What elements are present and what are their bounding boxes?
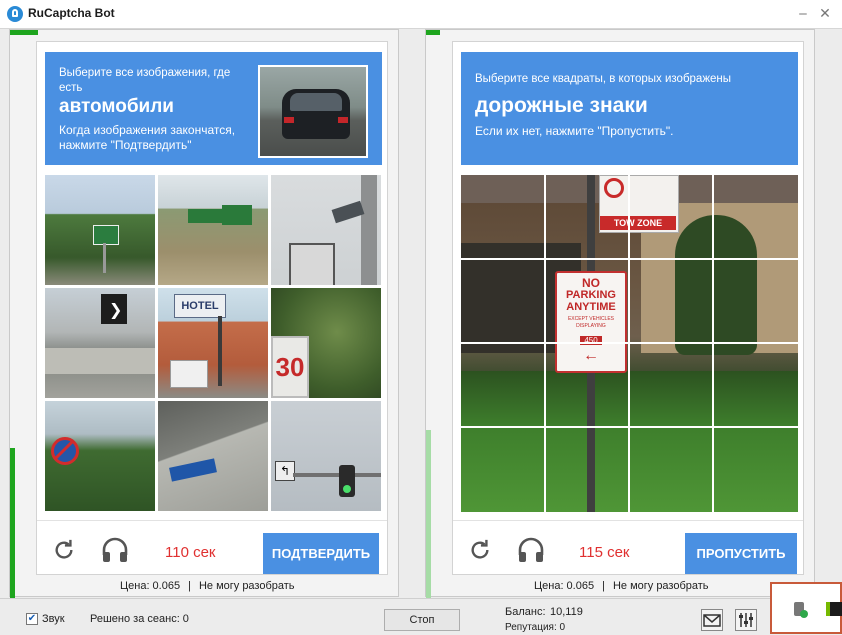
right-controls: 115 сек ПРОПУСТИТЬ xyxy=(453,520,803,575)
right-timer: 115 сек xyxy=(579,544,630,561)
separator: | xyxy=(188,580,191,592)
window-title: RuCaptcha Bot xyxy=(28,6,115,20)
sign-line2: PARKING xyxy=(566,289,616,301)
example-image xyxy=(258,65,368,158)
shrub xyxy=(675,215,757,355)
tow-zone-sign: TOW ZONE xyxy=(599,175,679,233)
turn-sign: ↰ xyxy=(275,461,295,481)
minimize-button[interactable]: ‒ xyxy=(792,4,814,24)
left-controls: 110 сек ПОДТВЕРДИТЬ xyxy=(37,520,387,575)
mail-icon[interactable] xyxy=(701,609,723,631)
grid-tile[interactable]: ❯ xyxy=(45,288,155,398)
car-window xyxy=(290,93,342,111)
sign-pole xyxy=(103,243,106,273)
grid-tile[interactable] xyxy=(45,175,155,285)
highway-sign xyxy=(188,209,222,223)
no-parking-sign: NO PARKING ANYTIME EXCEPT VEHICLES DISPL… xyxy=(555,271,627,373)
kiosk xyxy=(170,360,208,388)
reload-icon[interactable] xyxy=(53,539,75,561)
grid-tile[interactable] xyxy=(271,175,381,285)
bottom-bar: ✔ Звук Решено за сеанс: 0 Стоп Баланс: 1… xyxy=(0,598,842,635)
right-image-grid: TOW ZONE NO PARKING ANYTIME EXCEPT VEHIC… xyxy=(461,175,798,512)
cant-solve-link[interactable]: Не могу разобрать xyxy=(199,580,295,592)
left-captcha: Выберите все изображения, где есть автом… xyxy=(36,41,388,575)
reload-icon[interactable] xyxy=(469,539,491,561)
left-prompt: Выберите все изображения, где есть автом… xyxy=(45,52,382,165)
sign-line3: ANYTIME xyxy=(566,301,616,313)
app-icon xyxy=(7,6,23,22)
sign-back xyxy=(289,243,335,285)
barrier xyxy=(45,348,155,374)
sound-label: Звук xyxy=(42,613,65,625)
speed-sign: 30 xyxy=(271,336,309,398)
right-task-progress xyxy=(426,30,440,35)
grid-line xyxy=(461,426,798,428)
balance-value: 10,119 xyxy=(550,606,583,618)
no-stopping-icon xyxy=(604,178,624,198)
balance-label: Баланс: xyxy=(505,606,546,618)
left-side-progress xyxy=(10,448,15,598)
right-target: дорожные знаки xyxy=(475,94,648,117)
left-task-progress xyxy=(10,30,38,35)
price-label: Цена: 0.065 xyxy=(534,580,595,592)
right-instruction-top: Выберите все квадраты, в которых изображ… xyxy=(475,73,732,85)
highway-sign xyxy=(222,205,252,225)
notification-popup[interactable] xyxy=(770,582,842,634)
title-bar: RuCaptcha Bot ‒ ✕ xyxy=(0,0,842,29)
street-name-sign xyxy=(331,200,365,224)
grid-tile[interactable]: ↰ xyxy=(271,401,381,511)
sign-small1: EXCEPT VEHICLES xyxy=(567,316,615,322)
check-icon xyxy=(800,610,808,618)
green-light xyxy=(343,485,351,493)
gpu-icon xyxy=(826,602,842,616)
right-footer: Цена: 0.065 | Не могу разобрать xyxy=(534,580,709,592)
grid-tile[interactable] xyxy=(158,401,268,511)
headphones-icon[interactable] xyxy=(101,537,129,563)
right-captcha: Выберите все квадраты, в которых изображ… xyxy=(452,41,804,575)
close-button[interactable]: ✕ xyxy=(814,4,836,24)
right-prompt: Выберите все квадраты, в которых изображ… xyxy=(461,52,798,165)
sign-line1: NO xyxy=(582,276,600,290)
left-timer: 110 сек xyxy=(165,544,216,561)
grid-tile[interactable] xyxy=(45,401,155,511)
sign-small2: DISPLAYING xyxy=(576,323,606,329)
grid-tile[interactable] xyxy=(158,175,268,285)
left-target: автомобили xyxy=(59,96,174,117)
arrow-left-icon: ← xyxy=(583,347,599,364)
reputation-label: Репутация: 0 xyxy=(505,622,566,633)
signal-arm xyxy=(293,473,381,477)
tow-zone-text: TOW ZONE xyxy=(600,216,676,230)
left-footer: Цена: 0.065 | Не могу разобрать xyxy=(120,580,295,592)
hotel-sign: HOTEL xyxy=(174,294,226,318)
green-sign xyxy=(93,225,119,245)
grid-line xyxy=(461,342,798,344)
settings-sliders-icon[interactable] xyxy=(735,609,757,631)
grid-tile[interactable]: HOTEL xyxy=(158,288,268,398)
sound-checkbox[interactable]: ✔ xyxy=(26,613,38,625)
left-task-panel: Выберите все изображения, где есть автом… xyxy=(9,29,399,598)
left-image-grid: ❯ HOTEL 30 ↰ xyxy=(45,175,382,512)
right-task-panel: Выберите все квадраты, в которых изображ… xyxy=(425,29,815,598)
separator: | xyxy=(602,580,605,592)
grid-tile[interactable]: 30 xyxy=(271,288,381,398)
confirm-button[interactable]: ПОДТВЕРДИТЬ xyxy=(263,533,379,574)
skip-button[interactable]: ПРОПУСТИТЬ xyxy=(685,533,797,574)
cant-solve-link[interactable]: Не могу разобрать xyxy=(613,580,709,592)
stop-button[interactable]: Стоп xyxy=(384,609,460,631)
right-side-progress xyxy=(426,430,431,598)
street-name-sign xyxy=(169,458,217,482)
left-instruction-top: Выберите все изображения, где есть xyxy=(59,67,231,94)
right-instruction-bottom: Если их нет, нажмите "Пропустить". xyxy=(475,124,674,138)
grid-line xyxy=(461,258,798,260)
car-light-right xyxy=(338,117,348,123)
headphones-icon[interactable] xyxy=(517,537,545,563)
sign-pole xyxy=(218,316,222,386)
chevron-icon: ❯ xyxy=(109,300,123,319)
price-label: Цена: 0.065 xyxy=(120,580,181,592)
left-instruction-bottom: Когда изображения закончатся, нажмите "П… xyxy=(59,123,236,152)
solved-label: Решено за сеанс: 0 xyxy=(90,613,189,625)
car-light-left xyxy=(284,117,294,123)
pole xyxy=(361,175,377,285)
